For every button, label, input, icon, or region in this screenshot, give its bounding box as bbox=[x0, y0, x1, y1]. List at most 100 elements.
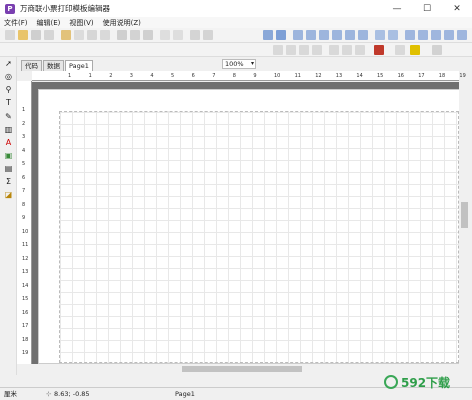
border-none-icon[interactable] bbox=[342, 45, 352, 55]
cursor-icon: ⊹ bbox=[46, 390, 52, 398]
export-icon[interactable] bbox=[100, 30, 110, 40]
ruler-tick-label: 14 bbox=[356, 73, 363, 79]
line-color-icon[interactable] bbox=[410, 45, 420, 55]
ruler-tick-label: 11 bbox=[294, 73, 301, 79]
line-width-icon[interactable] bbox=[432, 45, 442, 55]
space-horizontal-icon[interactable] bbox=[375, 30, 385, 40]
pointer-icon[interactable]: ➚ bbox=[3, 59, 14, 69]
shadow-icon[interactable] bbox=[355, 45, 365, 55]
page-setup-icon[interactable] bbox=[61, 30, 71, 40]
menu-edit[interactable]: 编辑(E) bbox=[37, 18, 61, 28]
center-page-icon[interactable] bbox=[444, 30, 454, 40]
page-grid[interactable] bbox=[59, 111, 459, 363]
ruler-tick-label: 7 bbox=[212, 73, 216, 79]
same-height-icon[interactable] bbox=[418, 30, 428, 40]
ruler-tick-label: 13 bbox=[22, 269, 29, 275]
copy-icon[interactable] bbox=[130, 30, 140, 40]
table-icon[interactable]: ▤ bbox=[3, 164, 14, 174]
ruler-tick-label: 4 bbox=[22, 147, 26, 154]
chevron-down-icon: ▾ bbox=[250, 60, 254, 67]
border-bottom-icon[interactable] bbox=[299, 45, 309, 55]
image-icon[interactable]: ▣ bbox=[3, 151, 14, 161]
ruler-tick-label: 1 bbox=[88, 73, 92, 79]
ruler-tick-label: 19 bbox=[22, 350, 29, 356]
barcode-icon[interactable]: ▥ bbox=[3, 125, 14, 135]
same-width-icon[interactable] bbox=[405, 30, 415, 40]
ruler-tick-label: 6 bbox=[191, 73, 195, 79]
text-icon[interactable]: T bbox=[3, 98, 14, 108]
zoom-select[interactable]: 100% ▾ bbox=[222, 59, 256, 69]
vertical-scroll-thumb[interactable] bbox=[461, 202, 468, 228]
border-right-icon[interactable] bbox=[329, 45, 339, 55]
border-top-icon[interactable] bbox=[286, 45, 296, 55]
unit-label: 厘米 bbox=[4, 390, 17, 398]
show-grid-icon[interactable] bbox=[263, 30, 273, 40]
paste-icon[interactable] bbox=[143, 30, 153, 40]
border-all-icon[interactable] bbox=[273, 45, 283, 55]
app-icon: P bbox=[5, 3, 15, 14]
ruler-tick-label: 7 bbox=[22, 188, 26, 194]
align-bottom-icon[interactable] bbox=[358, 30, 368, 40]
print-icon[interactable] bbox=[87, 30, 97, 40]
align-center-icon[interactable] bbox=[306, 30, 316, 40]
ruler-tick-label: 12 bbox=[22, 255, 29, 262]
window-title: 万商联小票打印模板编辑器 bbox=[20, 4, 110, 13]
ruler-tick-label: 1 bbox=[68, 73, 72, 79]
save-as-icon[interactable] bbox=[44, 30, 54, 40]
watermark-text: 592下载 bbox=[401, 375, 451, 390]
new-icon[interactable] bbox=[5, 30, 15, 40]
preview-icon[interactable] bbox=[74, 30, 84, 40]
space-vertical-icon[interactable] bbox=[388, 30, 398, 40]
cut-icon[interactable] bbox=[117, 30, 127, 40]
bring-front-icon[interactable] bbox=[457, 30, 467, 40]
ruler-tick-label: 2 bbox=[109, 73, 113, 79]
tab-page1[interactable]: Page1 bbox=[65, 60, 93, 71]
zoom-icon[interactable]: ⚲ bbox=[3, 85, 14, 95]
same-size-icon[interactable] bbox=[431, 30, 441, 40]
redo-icon[interactable] bbox=[173, 30, 183, 40]
ungroup-icon[interactable] bbox=[203, 30, 213, 40]
save-icon[interactable] bbox=[31, 30, 41, 40]
format-toolbar: 1 bbox=[0, 43, 472, 98]
horizontal-scroll-thumb[interactable] bbox=[182, 366, 302, 372]
fill-color-icon[interactable] bbox=[374, 45, 384, 55]
title-bar: P 万商联小票打印模板编辑器 — ☐ ✕ bbox=[0, 0, 472, 17]
ruler-tick-label: 9 bbox=[253, 73, 257, 79]
align-middle-icon[interactable] bbox=[345, 30, 355, 40]
close-button[interactable]: ✕ bbox=[442, 0, 472, 17]
shape-icon[interactable]: ◪ bbox=[3, 190, 14, 200]
app-window: P 万商联小票打印模板编辑器 — ☐ ✕ 文件(F) 编辑(E) 视图(V) 使… bbox=[0, 0, 472, 400]
tab-code[interactable]: 代码 bbox=[21, 60, 42, 71]
minimize-button[interactable]: — bbox=[382, 0, 412, 17]
tab-data[interactable]: 数据 bbox=[43, 60, 64, 71]
snap-grid-icon[interactable] bbox=[276, 30, 286, 40]
hand-icon[interactable]: ◎ bbox=[3, 72, 14, 82]
label-icon[interactable]: A bbox=[3, 138, 14, 148]
ruler-tick-label: 3 bbox=[129, 73, 133, 79]
sum-icon[interactable]: Σ bbox=[3, 177, 14, 187]
open-icon[interactable] bbox=[18, 30, 28, 40]
ruler-tick-label: 10 bbox=[22, 228, 29, 235]
menu-help[interactable]: 使用说明(Z) bbox=[103, 18, 141, 28]
line-style-icon[interactable] bbox=[395, 45, 405, 55]
align-right-icon[interactable] bbox=[319, 30, 329, 40]
ruler-tick-label: 19 bbox=[459, 73, 466, 79]
border-left-icon[interactable] bbox=[312, 45, 322, 55]
menu-view[interactable]: 视图(V) bbox=[69, 18, 93, 28]
align-top-icon[interactable] bbox=[332, 30, 342, 40]
page-surface[interactable] bbox=[38, 89, 460, 364]
ruler-tick-label: 4 bbox=[150, 73, 154, 79]
ruler-tick-label: 5 bbox=[171, 73, 175, 79]
ruler-tick-label: 17 bbox=[418, 73, 425, 79]
undo-icon[interactable] bbox=[160, 30, 170, 40]
maximize-button[interactable]: ☐ bbox=[412, 0, 442, 17]
group-icon[interactable] bbox=[190, 30, 200, 40]
ruler-tick-label: 15 bbox=[22, 296, 29, 302]
edit-text-icon[interactable]: ✎ bbox=[3, 112, 14, 122]
ruler-tick-label: 6 bbox=[22, 174, 26, 181]
watermark: 592下载 bbox=[384, 371, 470, 393]
ruler-tick-label: 8 bbox=[22, 201, 26, 208]
vertical-scrollbar[interactable] bbox=[459, 82, 470, 364]
align-left-icon[interactable] bbox=[293, 30, 303, 40]
menu-file[interactable]: 文件(F) bbox=[4, 18, 28, 28]
